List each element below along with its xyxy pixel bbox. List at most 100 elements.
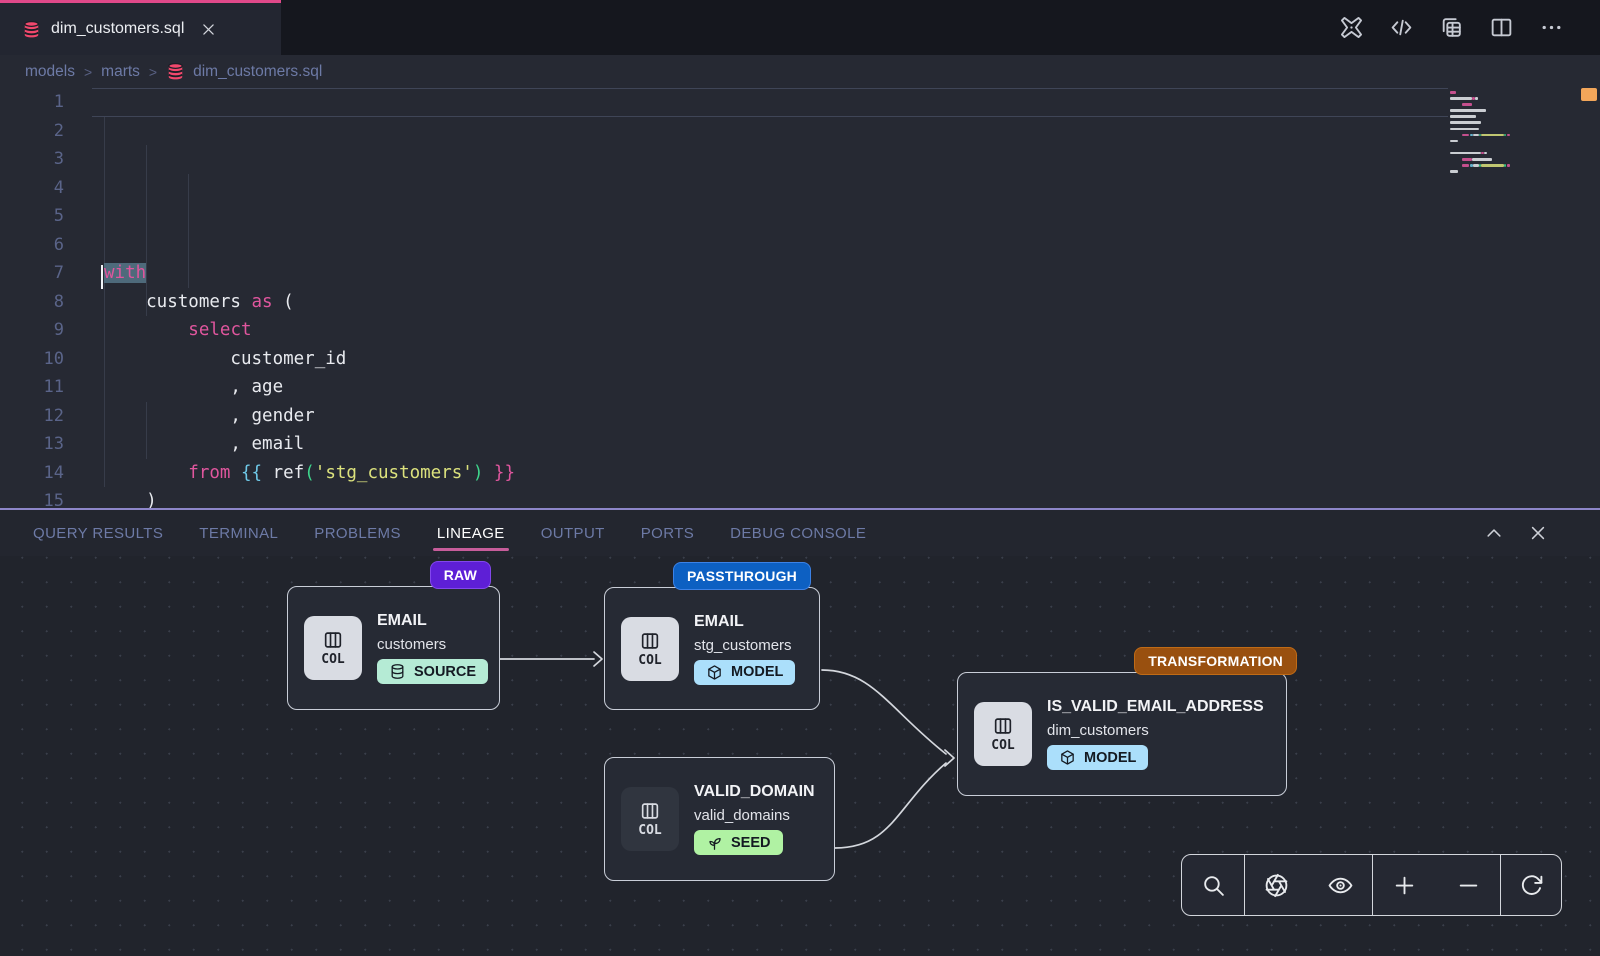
code-token: ) bbox=[104, 491, 157, 508]
code-line: from {{ ref('stg_customers') }} bbox=[104, 459, 1600, 488]
code-area[interactable]: with customers as ( select customer_id ,… bbox=[104, 88, 1600, 508]
lineage-toolbar bbox=[1181, 854, 1562, 916]
code-line: customer_id bbox=[104, 345, 1600, 374]
code-line: , gender bbox=[104, 402, 1600, 431]
panel-tab-query-results[interactable]: QUERY RESULTS bbox=[15, 510, 181, 556]
tab-bar: dim_customers.sql bbox=[0, 0, 1600, 55]
node-type-badge: SOURCE bbox=[377, 659, 488, 684]
node-type-badge: SEED bbox=[694, 830, 783, 855]
zoom-out-icon[interactable] bbox=[1456, 873, 1481, 898]
seedling-icon bbox=[706, 834, 723, 851]
panel-tab-terminal[interactable]: TERMINAL bbox=[181, 510, 296, 556]
code-line: ) bbox=[104, 487, 1600, 508]
text-cursor bbox=[101, 265, 103, 289]
panel-tab-problems[interactable]: PROBLEMS bbox=[296, 510, 419, 556]
code-token bbox=[483, 463, 494, 483]
code-token: , email bbox=[104, 434, 304, 454]
tab-close-icon[interactable] bbox=[200, 21, 217, 38]
code-token: ( bbox=[273, 292, 294, 312]
columns-icon bbox=[639, 630, 661, 652]
node-model-name: stg_customers bbox=[694, 637, 795, 654]
line-number-gutter: 123456789101112131415 bbox=[0, 88, 64, 508]
columns-icon bbox=[322, 629, 344, 651]
code-token: ( bbox=[304, 463, 315, 483]
minimap-marker bbox=[1581, 88, 1597, 101]
refresh-icon[interactable] bbox=[1519, 873, 1544, 898]
panel-tab-lineage[interactable]: LINEAGE bbox=[419, 510, 523, 556]
lineage-node-dim_customers[interactable]: TRANSFORMATION COL IS_VALID_EMAIL_ADDRES… bbox=[957, 672, 1287, 796]
line-number: 5 bbox=[0, 202, 64, 231]
code-icon[interactable] bbox=[1389, 15, 1414, 40]
line-number: 12 bbox=[0, 402, 64, 431]
code-token: as bbox=[252, 292, 273, 312]
line-number: 9 bbox=[0, 316, 64, 345]
lineage-canvas[interactable]: RAW COL EMAIL customers SOURCE PASSTHROUG… bbox=[0, 556, 1600, 956]
eye-icon[interactable] bbox=[1328, 873, 1353, 898]
breadcrumb-item-file[interactable]: dim_customers.sql bbox=[166, 62, 322, 81]
code-token bbox=[104, 463, 188, 483]
code-token: 'stg_customers' bbox=[315, 463, 473, 483]
panel-tab-ports[interactable]: PORTS bbox=[623, 510, 712, 556]
chevron-up-icon[interactable] bbox=[1484, 523, 1504, 543]
code-token: {{ bbox=[241, 463, 262, 483]
edge-stg-to-dim bbox=[822, 670, 946, 754]
breadcrumb-separator: > bbox=[84, 64, 92, 80]
code-line: , email bbox=[104, 430, 1600, 459]
breadcrumb-item-marts[interactable]: marts bbox=[101, 63, 140, 81]
panel-tab-output[interactable]: OUTPUT bbox=[523, 510, 623, 556]
node-tag-badge: RAW bbox=[430, 561, 491, 589]
lineage-node-customers[interactable]: RAW COL EMAIL customers SOURCE bbox=[287, 586, 500, 710]
code-line: , age bbox=[104, 373, 1600, 402]
line-number: 11 bbox=[0, 373, 64, 402]
line-number: 8 bbox=[0, 288, 64, 317]
node-type-badge: MODEL bbox=[1047, 745, 1148, 770]
node-tag-badge: PASSTHROUGH bbox=[673, 562, 811, 590]
lineage-node-stg_customers[interactable]: PASSTHROUGH COL EMAIL stg_customers MODE… bbox=[604, 587, 820, 710]
edge-valid-to-dim bbox=[835, 763, 946, 848]
split-editor-icon[interactable] bbox=[1489, 15, 1514, 40]
node-column-name: EMAIL bbox=[377, 612, 483, 630]
zoom-in-icon[interactable] bbox=[1392, 873, 1417, 898]
column-chip: COL bbox=[621, 617, 679, 681]
columns-icon bbox=[639, 800, 661, 822]
cube-icon bbox=[1059, 749, 1076, 766]
search-icon[interactable] bbox=[1201, 873, 1226, 898]
code-token: with bbox=[104, 263, 146, 283]
code-token: ref bbox=[262, 463, 304, 483]
breadcrumb: models > marts > dim_customers.sql bbox=[0, 55, 1600, 88]
panel-actions bbox=[1484, 510, 1548, 556]
node-column-name: IS_VALID_EMAIL_ADDRESS bbox=[1047, 698, 1264, 716]
code-editor[interactable]: 123456789101112131415 with customers as … bbox=[0, 88, 1600, 508]
titlebar-actions bbox=[1339, 0, 1564, 55]
line-number: 3 bbox=[0, 145, 64, 174]
aperture-icon[interactable] bbox=[1264, 873, 1289, 898]
database-icon bbox=[389, 663, 406, 680]
dbt-logo-icon[interactable] bbox=[1339, 15, 1364, 40]
copy-table-icon[interactable] bbox=[1439, 15, 1464, 40]
node-column-name: EMAIL bbox=[694, 613, 795, 631]
breadcrumb-separator: > bbox=[149, 64, 157, 80]
more-actions-icon[interactable] bbox=[1539, 15, 1564, 40]
code-token: , gender bbox=[104, 406, 315, 426]
column-chip: COL bbox=[974, 702, 1032, 766]
database-file-icon bbox=[166, 62, 185, 81]
close-panel-icon[interactable] bbox=[1528, 523, 1548, 543]
line-number: 1 bbox=[0, 88, 64, 117]
breadcrumb-item-models[interactable]: models bbox=[25, 63, 75, 81]
node-model-name: customers bbox=[377, 636, 483, 653]
line-number: 2 bbox=[0, 117, 64, 146]
code-token: , age bbox=[104, 377, 283, 397]
node-type-badge: MODEL bbox=[694, 660, 795, 685]
lineage-node-valid_domains[interactable]: COL VALID_DOMAIN valid_domains SEED bbox=[604, 757, 835, 881]
panel-tab-debug-console[interactable]: DEBUG CONSOLE bbox=[712, 510, 884, 556]
code-token: select bbox=[188, 320, 251, 340]
editor-tab-dim-customers[interactable]: dim_customers.sql bbox=[0, 0, 281, 55]
line-number: 13 bbox=[0, 430, 64, 459]
minimap[interactable] bbox=[1450, 91, 1578, 182]
code-line: select bbox=[104, 316, 1600, 345]
code-token bbox=[104, 320, 188, 340]
code-line: customers as ( bbox=[104, 288, 1600, 317]
code-token: from bbox=[188, 463, 230, 483]
line-number: 6 bbox=[0, 231, 64, 260]
line-number: 14 bbox=[0, 459, 64, 488]
